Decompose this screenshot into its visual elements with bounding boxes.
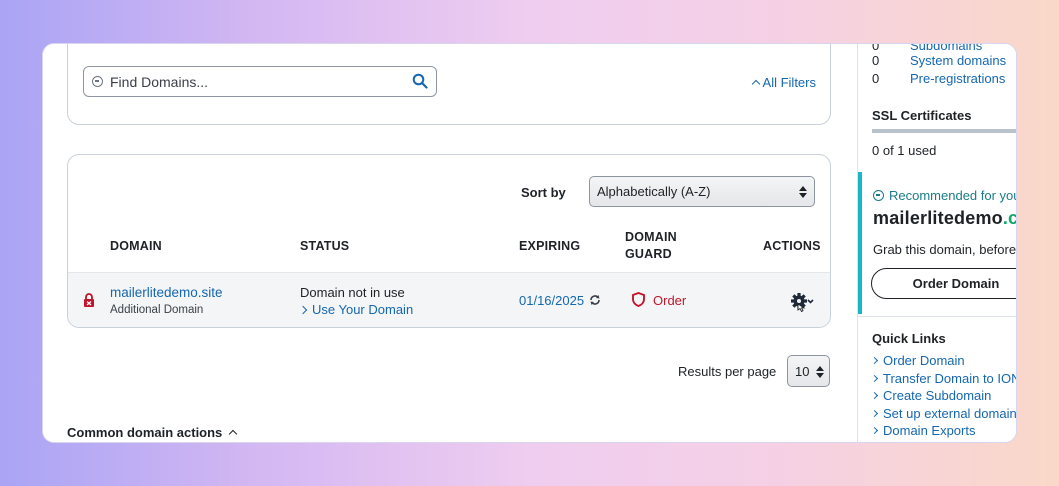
quick-link-domain-exports[interactable]: Domain Exports [870,423,976,438]
search-card: All Filters [67,44,831,125]
chevron-right-icon [870,391,879,400]
use-your-domain-label: Use Your Domain [312,302,414,317]
recommended-heading-label: Recommended for you [889,188,1017,203]
app-window: All Filters Sort by Alphabetically (A-Z)… [42,43,1017,443]
recommended-domain-name: mailerlitedemo [873,208,1003,228]
table-row: mailerlitedemo.site Additional Domain Do… [68,272,830,327]
header-status[interactable]: STATUS [300,238,349,255]
quick-link-label: Create Subdomain [883,388,992,403]
recommended-heading: Recommended for you [873,188,1017,203]
quick-link-order-domain[interactable]: Order Domain [870,353,965,368]
ssl-usage-bar [872,129,1016,133]
quick-link-create-subdomain[interactable]: Create Subdomain [870,388,992,403]
sort-select[interactable]: Alphabetically (A-Z) [589,176,815,207]
stat-subdomains: 0 Subdomains [872,44,982,53]
domain-name-link[interactable]: mailerlitedemo.site [110,285,223,300]
recommended-domain: mailerlitedemo.c [873,208,1017,229]
chevron-right-icon [298,305,308,315]
select-arrows-icon [816,366,824,378]
gear-icon[interactable] [790,292,816,314]
quick-link-label: Transfer Domain to IONOS [883,371,1016,386]
sort-selected-value: Alphabetically (A-Z) [597,184,711,199]
chevron-right-icon [870,374,879,383]
chevron-right-icon [870,356,879,365]
recommended-domain-tld: .c [1002,208,1017,228]
search-input[interactable] [110,73,400,91]
sidebar: 0 Subdomains 0 System domains 0 Pre-registr… [857,44,1017,442]
ssl-used-text: 0 of 1 used [872,143,937,158]
domain-status: Domain not in use [300,285,405,300]
search-icon[interactable] [412,73,428,89]
filter-icon [92,76,103,87]
header-domain[interactable]: DOMAIN [110,238,162,255]
results-per-page-value: 10 [795,364,810,379]
quick-links-heading: Quick Links [872,331,946,346]
quick-link-label: Domain Exports [883,423,976,438]
common-domain-actions-toggle[interactable]: Common domain actions [67,425,238,440]
stat-system-domains: 0 System domains [872,53,1006,68]
header-domain-guard[interactable]: DOMAIN GUARD [625,229,695,263]
use-your-domain-link[interactable]: Use Your Domain [298,302,414,317]
search-box[interactable] [83,66,437,97]
chevron-up-icon [229,429,238,439]
stat-link[interactable]: Subdomains [910,44,982,53]
sort-label: Sort by [521,185,566,200]
recommended-domain-card: Recommended for you mailerlitedemo.c Gra… [858,172,1017,314]
domain-guard-order-link[interactable]: Order [653,293,686,308]
header-actions: ACTIONS [763,239,821,253]
chevron-right-icon [870,426,879,435]
results-per-page-label: Results per page [678,364,777,379]
main-content: All Filters Sort by Alphabetically (A-Z)… [43,44,857,442]
lock-icon [84,293,94,307]
quick-link-label: Order Domain [883,353,965,368]
stat-count: 0 [872,71,880,86]
ssl-heading: SSL Certificates [872,108,972,123]
domain-type: Additional Domain [110,304,204,316]
stat-count: 0 [872,44,880,53]
auto-renew-icon [590,295,600,305]
recommended-description: Grab this domain, before [873,242,1017,257]
order-domain-button[interactable]: Order Domain [871,268,1016,299]
header-expiring[interactable]: EXPIRING [519,238,580,255]
all-filters-toggle[interactable]: All Filters [751,75,816,90]
stat-count: 0 [872,53,880,68]
results-per-page-select[interactable]: 10 [787,355,830,387]
quick-link-label: Set up external domain [883,406,1017,421]
shield-icon [632,292,645,307]
divider [858,316,1016,317]
stat-link[interactable]: Pre-registrations [910,71,1005,86]
quick-link-external-domain[interactable]: Set up external domain [870,406,1017,421]
domain-table-card: Sort by Alphabetically (A-Z) DOMAIN STAT… [67,154,831,328]
select-arrows-icon [799,186,807,198]
info-icon [873,190,884,201]
all-filters-label: All Filters [762,75,816,90]
chevron-up-icon [751,79,760,89]
chevron-right-icon [870,409,879,418]
quick-link-transfer-domain[interactable]: Transfer Domain to IONOS [870,371,1016,386]
stat-link[interactable]: System domains [910,53,1006,68]
common-domain-actions-label: Common domain actions [67,425,223,440]
expiry-date-link[interactable]: 01/16/2025 [519,293,584,308]
stat-pre-registrations: 0 Pre-registrations [872,71,1005,86]
